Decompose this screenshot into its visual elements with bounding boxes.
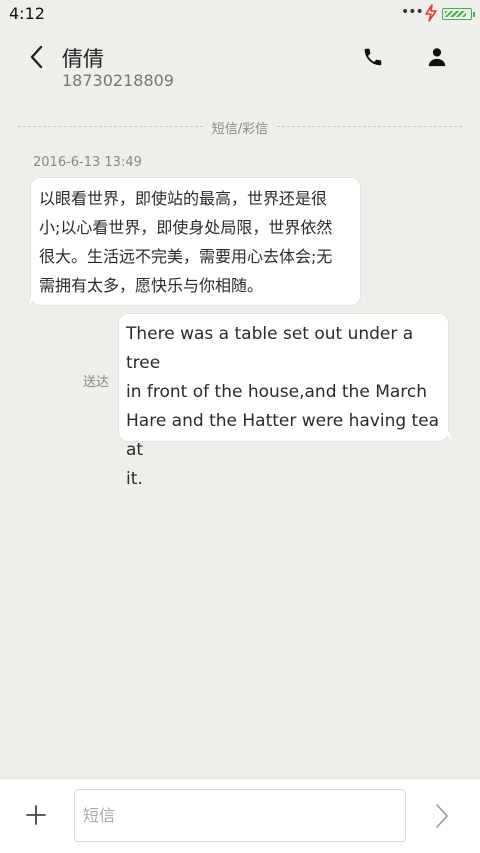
composer-bar xyxy=(0,778,480,853)
charging-bolt-icon xyxy=(425,4,437,22)
incoming-bubble-tail xyxy=(29,296,37,305)
message-timestamp: 2016-6-13 13:49 xyxy=(33,155,142,170)
status-bar: 4:12 ••• xyxy=(0,0,480,28)
message-line: it. xyxy=(126,469,143,489)
battery-level xyxy=(445,11,466,17)
plus-icon[interactable] xyxy=(25,804,47,826)
contact-number: 18730218809 xyxy=(62,71,174,90)
message-input[interactable] xyxy=(74,789,406,842)
message-line: Hare and the Hatter were having tea at xyxy=(126,411,440,460)
message-line: There was a table set out under a tree xyxy=(126,324,414,373)
divider-label: 短信/彩信 xyxy=(211,122,269,137)
outgoing-bubble-tail xyxy=(444,432,452,441)
message-line: 需拥有太多，愿快乐与你相随。 xyxy=(39,276,264,295)
delivery-status: 送达 xyxy=(83,375,110,390)
back-icon[interactable] xyxy=(26,44,48,70)
messaging-screen: 4:12 ••• 倩倩 18730218809 短信/彩信 2016-6-13 … xyxy=(0,0,480,853)
phone-icon[interactable] xyxy=(362,46,384,68)
conversation-header: 倩倩 18730218809 xyxy=(0,28,480,100)
battery-icon xyxy=(442,8,475,20)
status-time: 4:12 xyxy=(9,4,45,23)
person-icon[interactable] xyxy=(426,46,448,68)
divider-line-right xyxy=(277,126,462,127)
message-line: in front of the house,and the March xyxy=(126,382,428,402)
contact-name: 倩倩 xyxy=(62,47,104,71)
message-line: 很大。生活远不完美，需要用心去体会;无 xyxy=(39,247,333,266)
message-type-divider: 短信/彩信 xyxy=(18,117,462,137)
notification-dots-icon: ••• xyxy=(401,4,424,20)
incoming-message-bubble[interactable]: 以眼看世界，即使站的最高，世界还是很 小;以心看世界，即使身处局限，世界依然 很… xyxy=(30,177,361,306)
send-icon[interactable] xyxy=(434,803,450,829)
outgoing-message-bubble[interactable]: There was a table set out under a tree i… xyxy=(118,313,449,489)
message-line: 小;以心看世界，即使身处局限，世界依然 xyxy=(39,218,333,237)
message-line: 以眼看世界，即使站的最高，世界还是很 xyxy=(39,189,328,208)
